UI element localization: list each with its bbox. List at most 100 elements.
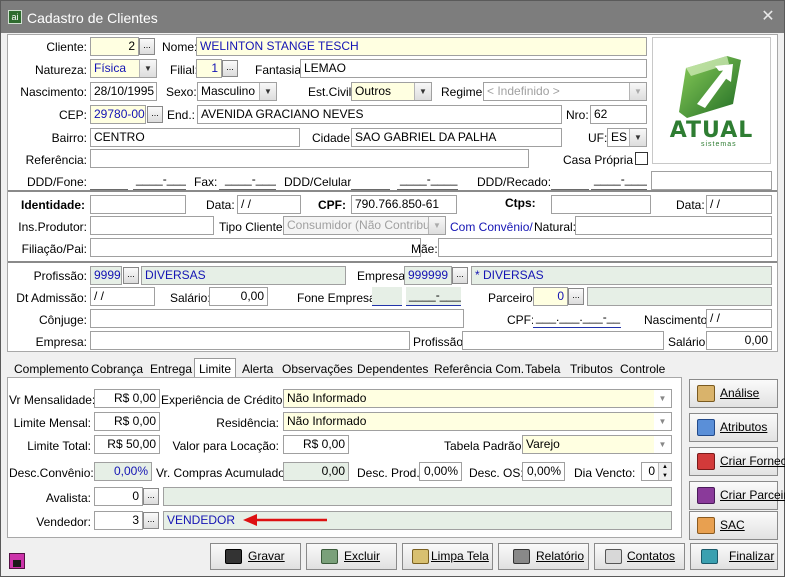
mae-field[interactable] [438,238,772,257]
tabelapadrao-select[interactable]: Varejo ▼ [522,435,672,454]
tab-tributos[interactable]: Tributos [570,360,613,378]
fax-num-field[interactable]: ____-____ [222,171,276,190]
criar-fornec-button[interactable]: Criar Fornec. [689,447,785,476]
descprod-field[interactable]: 0,00% [419,462,462,481]
salario-field[interactable]: 0,00 [209,287,268,306]
descconvenio-field[interactable]: 0,00% [94,462,152,481]
close-icon[interactable]: ✕ [760,8,776,26]
limitetotal-field[interactable]: R$ 50,00 [94,435,160,454]
cpf-field[interactable]: 790.766.850-61 [351,195,457,214]
nro-field[interactable]: 62 [590,105,647,124]
profissao-code-field[interactable]: 9999 [90,266,122,285]
regime-select[interactable]: < Indefinido > ▼ [483,82,647,101]
vendedor-code-field[interactable]: 3 [94,511,143,530]
salario-conjuge-field[interactable]: 0,00 [706,331,772,350]
chevron-down-icon[interactable]: ▼ [259,83,276,100]
chevron-down-icon[interactable]: ▼ [414,83,431,100]
parceiro-code-field[interactable]: 0 [533,287,568,306]
limpa-tela-button[interactable]: Limpa Tela [402,543,493,570]
tab-controle[interactable]: Controle [620,360,665,378]
chevron-down-icon[interactable]: ▼ [654,390,671,407]
empresa-lookup-button[interactable]: ... [452,267,468,284]
recado-extra-field[interactable] [651,171,772,190]
descos-field[interactable]: 0,00% [522,462,565,481]
celular-ddd-field[interactable] [351,171,390,190]
criar-parceiro-button[interactable]: Criar Parceiro [689,481,785,510]
cliente-code-field[interactable]: 2 [90,37,139,56]
fone-num-field[interactable]: ____-____ [133,171,186,190]
analise-button[interactable]: Análise [689,379,778,408]
contatos-button[interactable]: Contatos [594,543,685,570]
endereco-field[interactable]: AVENIDA GRACIANO NEVES [197,105,562,124]
foneempresa-ddd-field[interactable] [372,287,402,306]
gravar-button[interactable]: Gravar [210,543,301,570]
dtadmissao-field[interactable]: / / [90,287,155,306]
tab-alerta[interactable]: Alerta [242,360,273,378]
tab-complemento[interactable]: Complemento [14,360,89,378]
uf-select[interactable]: ES ▼ [607,128,647,147]
finalizar-button[interactable]: Finalizar [690,543,778,570]
tipocliente-select[interactable]: Consumidor (Não Contribuinte ▼ [283,216,446,235]
cep-lookup-button[interactable]: ... [147,106,163,123]
spin-up-icon[interactable]: ▲ [658,463,671,472]
relatorio-button[interactable]: Relatório [498,543,589,570]
filiacaopai-field[interactable] [90,238,421,257]
tab-cobranca[interactable]: Cobrança [91,360,143,378]
avalista-lookup-button[interactable]: ... [143,488,159,505]
spin-down-icon[interactable]: ▼ [658,472,671,480]
cep-field[interactable]: 29780-000 [90,105,146,124]
chevron-down-icon[interactable]: ▼ [428,217,445,234]
cliente-lookup-button[interactable]: ... [139,38,155,55]
sexo-select[interactable]: Masculino ▼ [197,82,277,101]
experiencia-select[interactable]: Não Informado ▼ [283,389,672,408]
bairro-field[interactable]: CENTRO [90,128,300,147]
empresa-code-field[interactable]: 999999 [404,266,452,285]
diavencto-field[interactable]: 0 ▲ ▼ [641,462,672,481]
filial-lookup-button[interactable]: ... [222,60,238,77]
insprodutor-field[interactable] [90,216,214,235]
limitemensal-field[interactable]: R$ 0,00 [94,412,160,431]
fantasia-field[interactable]: LEMAO [300,59,647,78]
residencia-select[interactable]: Não Informado ▼ [283,412,672,431]
nome-field[interactable]: WELINTON STANGE TESCH [196,37,647,56]
tab-referencia-com[interactable]: Referência Com. [434,360,524,378]
casa-propria-checkbox[interactable] [635,152,648,165]
profissao-lookup-button[interactable]: ... [123,267,139,284]
identidade-field[interactable] [90,195,186,214]
ctps-field[interactable] [551,195,651,214]
chevron-down-icon[interactable]: ▼ [629,129,646,146]
tab-observacoes[interactable]: Observações [282,360,353,378]
data-ident-field[interactable]: / / [237,195,301,214]
natural-field[interactable] [575,216,772,235]
recado-num-field[interactable]: ____-____ [591,171,647,190]
empresa-conjuge-field[interactable] [90,331,410,350]
tab-dependentes[interactable]: Dependentes [357,360,428,378]
vendedor-lookup-button[interactable]: ... [143,512,159,529]
sac-button[interactable]: SAC [689,511,778,540]
conjuge-field[interactable] [90,309,464,328]
tab-limite[interactable]: Limite [194,358,237,379]
chevron-down-icon[interactable]: ▼ [654,436,671,453]
natureza-select[interactable]: Física ▼ [90,59,157,78]
recado-ddd-field[interactable] [551,171,589,190]
cidade-field[interactable]: SAO GABRIEL DA PALHA [351,128,562,147]
celular-num-field[interactable]: ____-____ [397,171,458,190]
fone-ddd-field[interactable] [90,171,128,190]
nascimento-field[interactable]: 28/10/1995 [90,82,157,101]
referencia-field[interactable] [90,149,529,168]
comconvenio-link[interactable]: Com Convênio/ [450,220,533,234]
profissao-conjuge-field[interactable] [462,331,664,350]
excluir-button[interactable]: Excluir [306,543,397,570]
valorlocacao-field[interactable]: R$ 0,00 [283,435,349,454]
data-ctps-field[interactable]: / / [706,195,772,214]
estcivil-select[interactable]: Outros ▼ [351,82,432,101]
parceiro-lookup-button[interactable]: ... [568,288,584,305]
atributos-button[interactable]: Atributos [689,413,778,442]
avalista-code-field[interactable]: 0 [94,487,143,506]
tab-entrega[interactable]: Entrega [150,360,192,378]
filial-code-field[interactable]: 1 [196,59,222,78]
cpf-conjuge-field[interactable]: ___.___.___-__ [533,309,621,328]
chevron-down-icon[interactable]: ▼ [629,83,646,100]
tab-tabela[interactable]: Tabela [525,360,560,378]
chevron-down-icon[interactable]: ▼ [654,413,671,430]
